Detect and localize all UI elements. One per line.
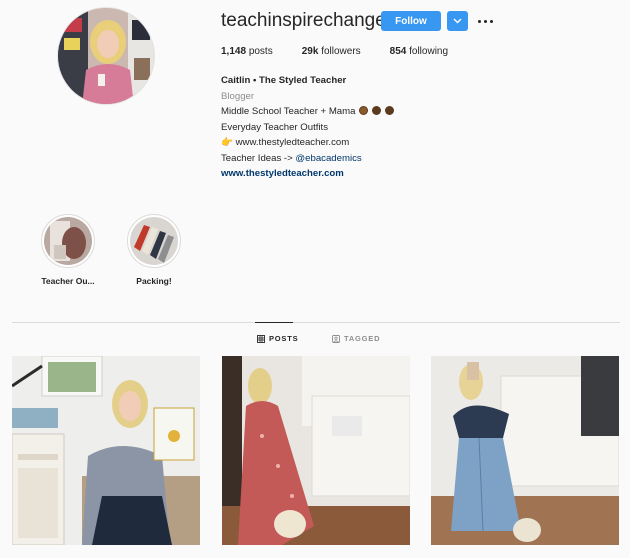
highlight-ring (41, 214, 95, 268)
bio-line: Middle School Teacher + Mama (221, 104, 394, 120)
dot-icon (483, 19, 487, 23)
tab-tagged[interactable]: TAGGED (332, 334, 380, 343)
highlight-label: Packing! (136, 276, 172, 286)
dot-icon (477, 19, 481, 23)
mention-link[interactable]: @ebacademics (295, 153, 361, 164)
post-thumbnail[interactable] (431, 356, 619, 545)
profile-username: teachinspirechange (221, 10, 386, 31)
tagged-person-icon (332, 334, 340, 343)
bio-line: Teacher Ideas -> @ebacademics (221, 152, 362, 164)
profile-stats: 1,148 posts 29k followers 854 following (221, 46, 448, 57)
profile-category: Blogger (221, 90, 255, 102)
website-link[interactable]: www.thestyledteacher.com (221, 166, 394, 182)
tabs-divider (12, 322, 620, 323)
posts-stat: 1,148 posts (221, 46, 273, 57)
profile-full-name: Caitlin • The Styled Teacher (221, 75, 347, 86)
profile-avatar[interactable] (57, 7, 155, 105)
bio-line: Everyday Teacher Outfits (221, 121, 329, 133)
pointing-hand-icon: 👉 (221, 137, 233, 148)
post-thumbnail[interactable] (12, 356, 200, 545)
chevron-down-icon (453, 18, 462, 24)
highlight-teacher-outfits[interactable]: Teacher Ou... (33, 214, 103, 286)
active-tab-indicator (255, 322, 293, 323)
avatar-photo (58, 8, 154, 104)
highlight-label: Teacher Ou... (41, 276, 95, 286)
cookie-emoji-icon (359, 106, 369, 115)
post-image (12, 356, 200, 545)
post-thumbnail[interactable] (222, 356, 410, 545)
highlight-packing[interactable]: Packing! (119, 214, 189, 286)
grid-icon (257, 334, 265, 343)
highlight-cover (130, 217, 178, 265)
follow-button[interactable]: Follow (381, 11, 441, 31)
suggested-dropdown-button[interactable] (447, 11, 468, 31)
highlight-cover (44, 217, 92, 265)
following-stat[interactable]: 854 following (390, 46, 448, 57)
footprint-emoji-icon (371, 106, 381, 115)
profile-bio: Caitlin • The Styled Teacher Blogger Mid… (221, 73, 394, 182)
footprint-emoji-icon (384, 106, 394, 115)
dot-icon (489, 19, 493, 23)
post-image (222, 356, 410, 545)
followers-stat[interactable]: 29k followers (302, 46, 361, 57)
post-image (431, 356, 619, 545)
tab-posts[interactable]: POSTS (257, 334, 298, 343)
bio-line: 👉 www.thestyledteacher.com (221, 137, 350, 148)
highlight-ring (127, 214, 181, 268)
more-options-button[interactable] (476, 12, 494, 30)
